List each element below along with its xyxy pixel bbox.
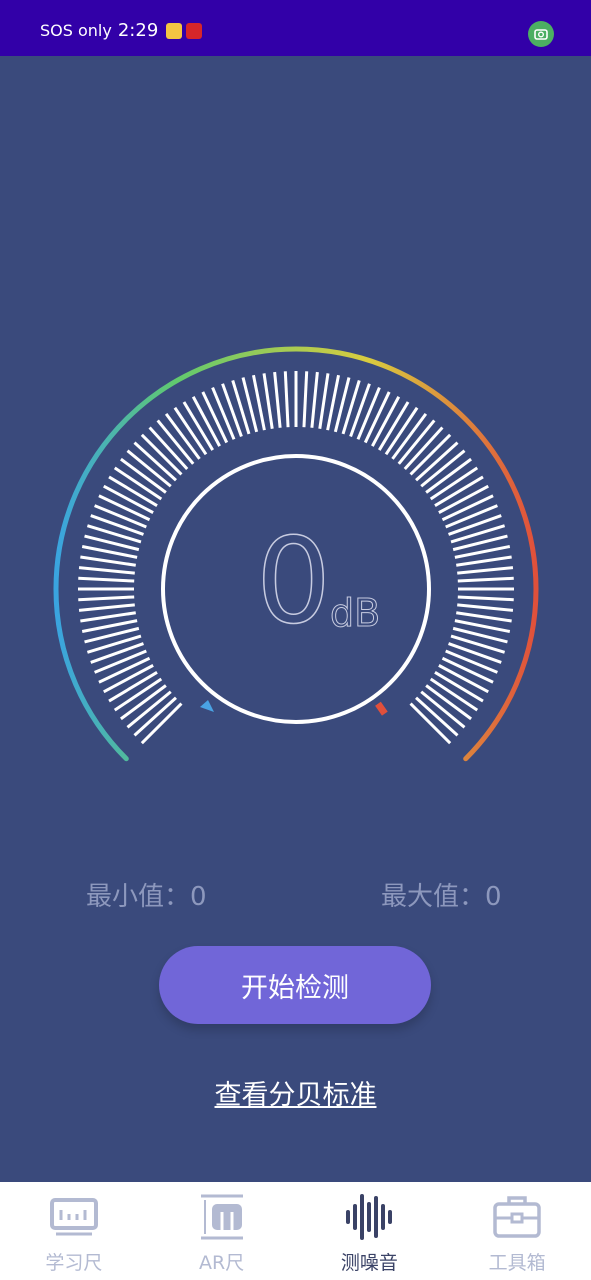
gauge-tick xyxy=(80,611,136,623)
ruler-icon xyxy=(49,1198,98,1236)
gauge-tick xyxy=(273,371,282,428)
gauge-tick xyxy=(211,387,236,440)
gauge-tick xyxy=(262,373,274,429)
gauge-tick xyxy=(456,611,512,623)
gauge-tick xyxy=(283,371,290,428)
gauge-dial xyxy=(53,346,539,762)
gauge-tick xyxy=(78,603,135,612)
gauge-tick xyxy=(78,566,135,575)
noise-gauge: 0 dB xyxy=(0,0,591,900)
gauge-tick xyxy=(90,514,144,536)
nav-label: 测噪音 xyxy=(340,1252,398,1274)
gauge-tick xyxy=(349,383,371,437)
noise-value: 0 xyxy=(255,512,332,650)
gauge-tick xyxy=(457,603,514,612)
nav-item-ruler[interactable]: 学习尺 xyxy=(0,1182,148,1280)
nav-item-ar-ruler[interactable]: AR尺 xyxy=(148,1182,296,1280)
noise-unit: dB xyxy=(329,591,381,635)
gauge-tick xyxy=(90,642,144,664)
ar-ruler-icon xyxy=(200,1194,243,1240)
gauge-tick xyxy=(80,555,136,567)
gauge-tick xyxy=(78,595,135,602)
nav-label: 学习尺 xyxy=(45,1252,103,1274)
gauge-tick xyxy=(78,576,135,583)
gauge-tick xyxy=(456,555,512,567)
view-decibel-standard-link[interactable]: 查看分贝标准 xyxy=(0,1073,591,1112)
nav-item-toolbox[interactable]: 工具箱 xyxy=(443,1182,591,1280)
gauge-tick xyxy=(457,576,514,583)
gauge-tick xyxy=(457,566,514,575)
min-marker-icon xyxy=(200,700,214,712)
gauge-tick xyxy=(356,387,381,440)
gauge-tick xyxy=(302,371,309,428)
gauge-tick xyxy=(221,383,243,437)
bottom-nav: 学习尺 AR尺 测噪音 工具箱 xyxy=(0,1182,591,1280)
nav-item-noise[interactable]: 测噪音 xyxy=(296,1182,444,1280)
toolbox-icon xyxy=(493,1196,541,1238)
nav-label: AR尺 xyxy=(199,1252,245,1274)
gauge-tick xyxy=(457,595,514,602)
nav-label: 工具箱 xyxy=(488,1252,546,1274)
gauge-tick xyxy=(310,371,319,428)
gauge-tick xyxy=(445,504,498,529)
gauge-tick xyxy=(94,649,147,674)
gauge-tick xyxy=(445,649,498,674)
sound-wave-icon xyxy=(346,1194,393,1240)
min-value-label: 最小值：0 xyxy=(86,882,207,912)
gauge-tick xyxy=(94,504,147,529)
max-marker-icon xyxy=(375,701,388,716)
gauge-tick xyxy=(448,514,502,536)
gauge-tick xyxy=(448,642,502,664)
gauge-tick xyxy=(318,373,330,429)
max-value-label: 最大值：0 xyxy=(381,882,502,912)
start-detection-button[interactable]: 开始检测 xyxy=(159,946,431,1024)
